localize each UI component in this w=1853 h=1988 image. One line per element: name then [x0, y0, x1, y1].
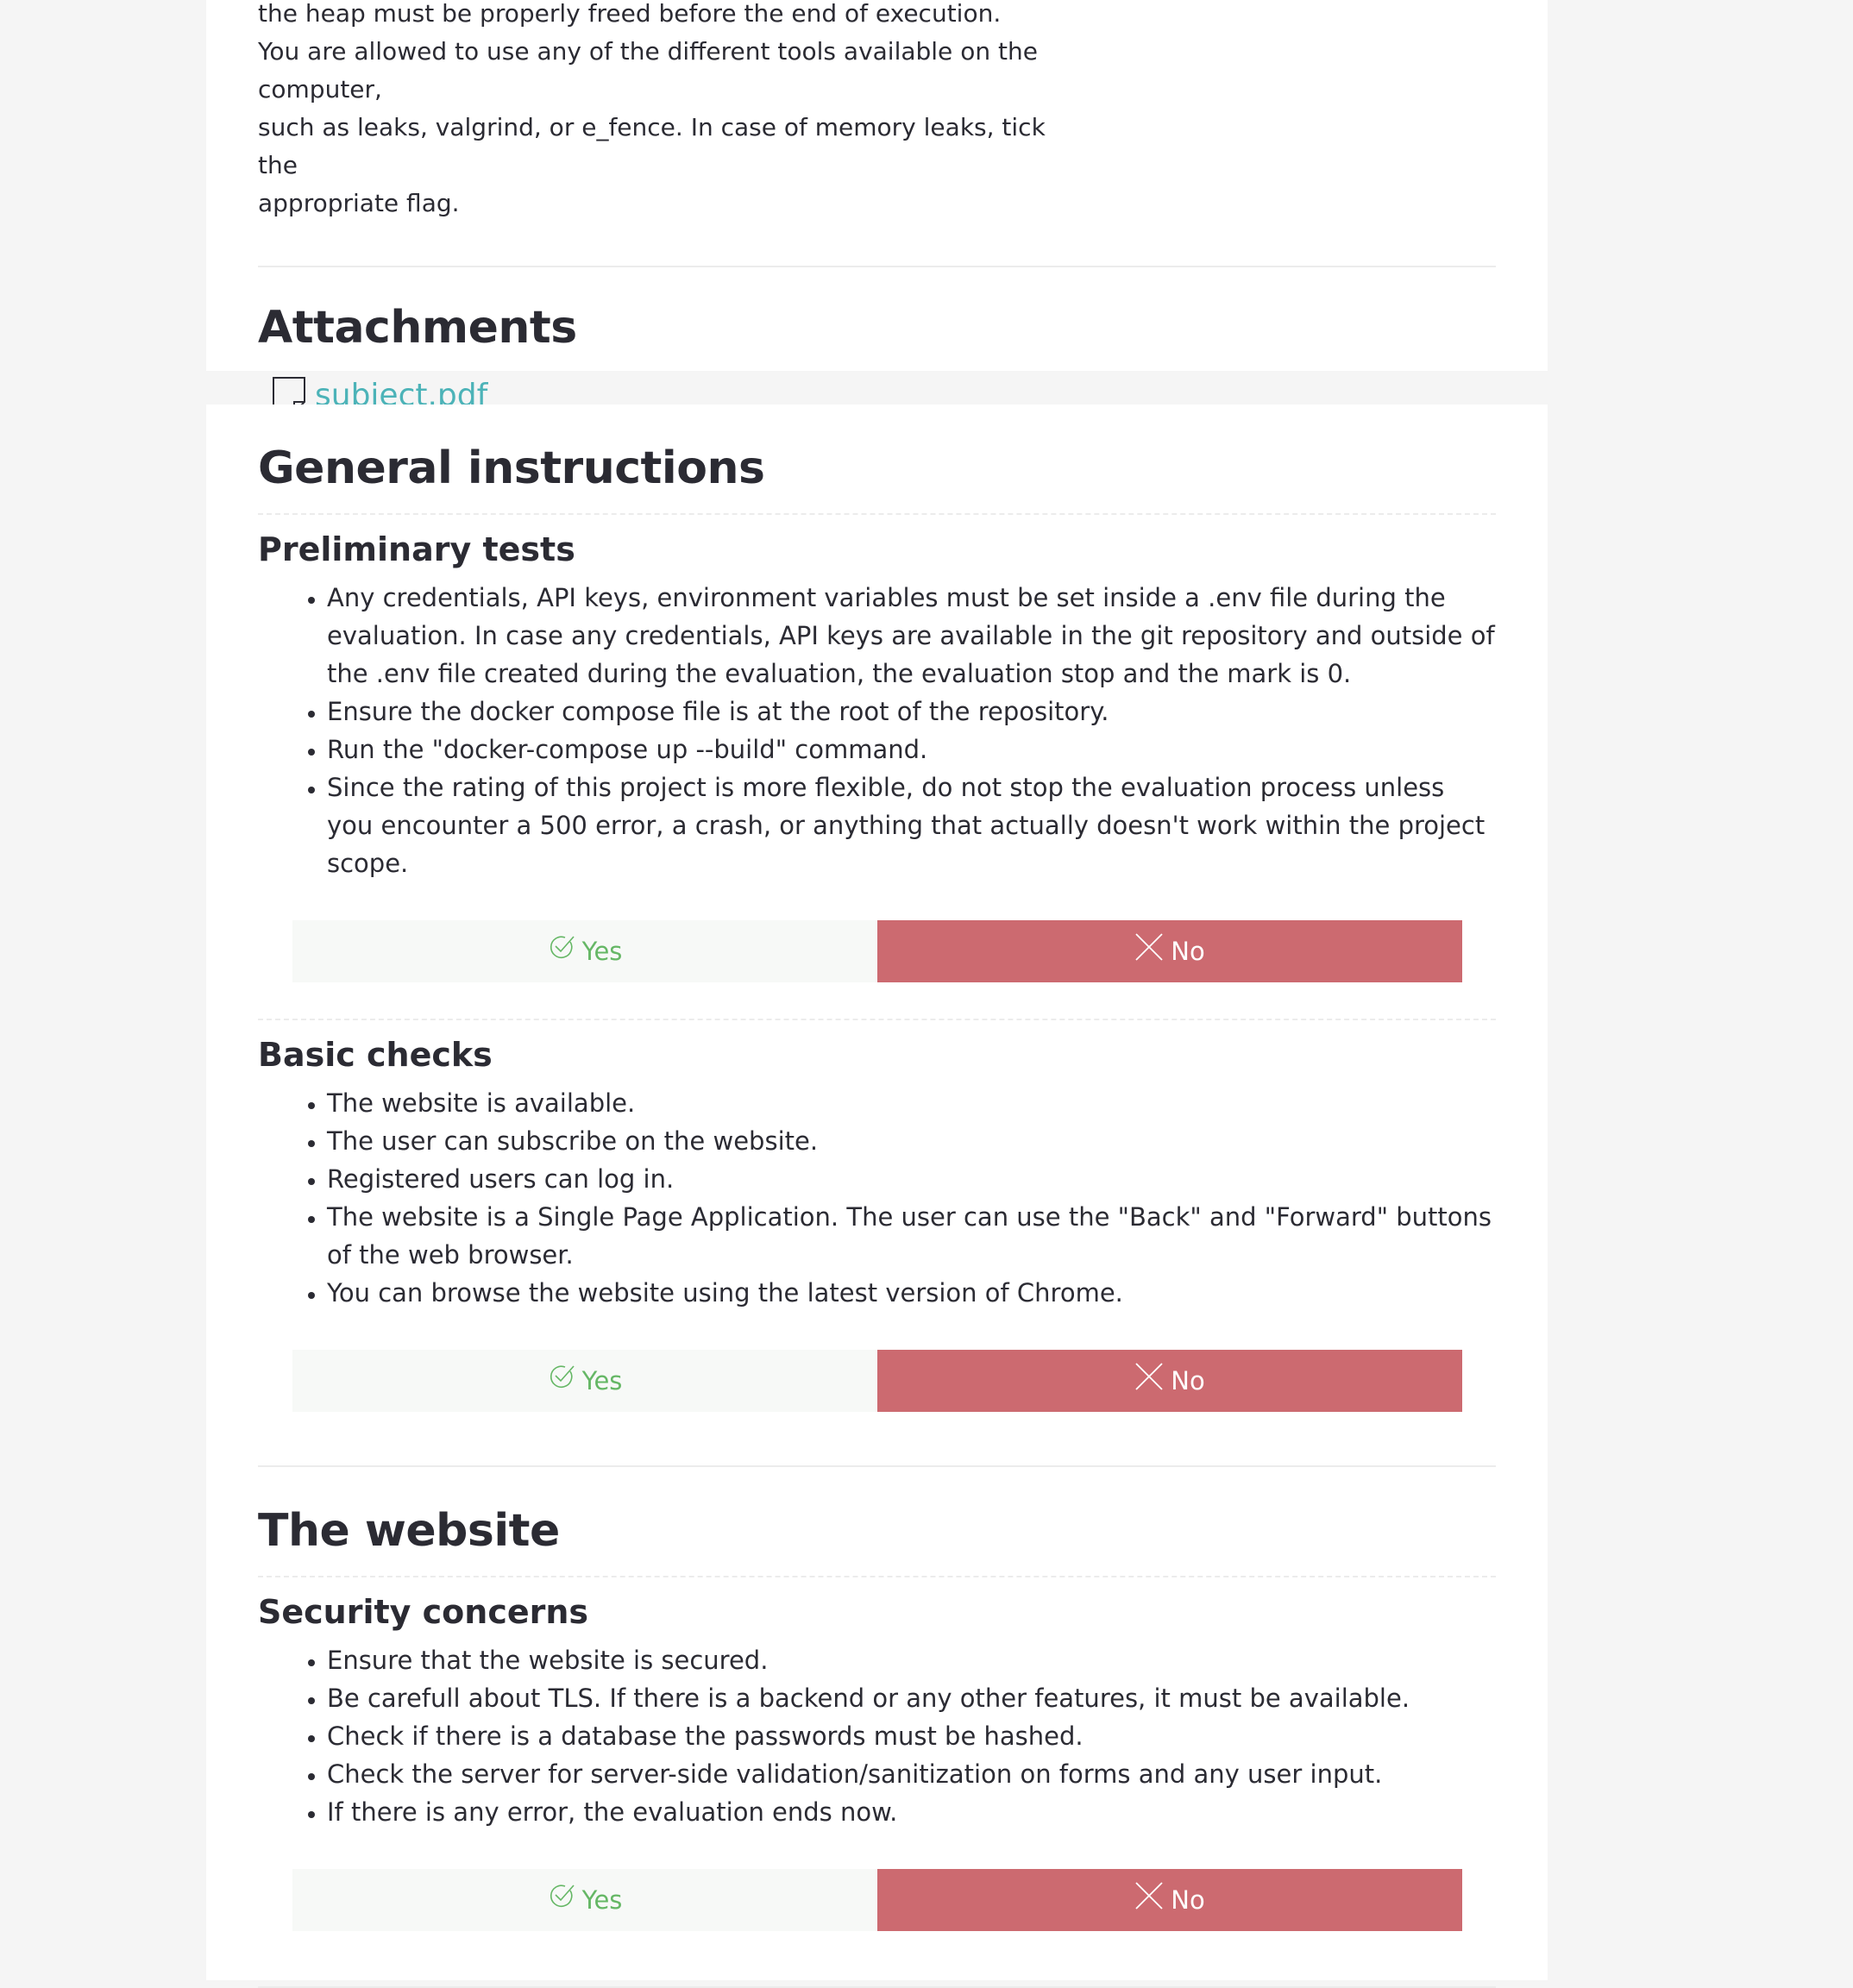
list-item: Run the "docker-compose up --build" comm…: [327, 731, 1496, 768]
description-line: You are allowed to use any of the differ…: [258, 37, 1038, 103]
no-label: No: [1171, 1885, 1205, 1915]
yes-label: Yes: [581, 937, 623, 966]
list-item: Registered users can log in.: [327, 1160, 1496, 1198]
list-item: Ensure that the website is secured.: [327, 1641, 1496, 1679]
basic-checks-heading: Basic checks: [258, 1036, 493, 1074]
description-line: the heap must be properly freed before t…: [258, 0, 1002, 28]
evaluation-panel: General instructions Preliminary tests A…: [206, 404, 1548, 1988]
divider: [258, 1576, 1496, 1577]
divider: [258, 1019, 1496, 1020]
list-item: The website is available.: [327, 1084, 1496, 1122]
list-item: You can browse the website using the lat…: [327, 1274, 1496, 1312]
description-panel: the heap must be properly freed before t…: [206, 0, 1548, 413]
yes-label: Yes: [581, 1885, 623, 1915]
cross-icon: [1135, 1882, 1163, 1910]
no-button[interactable]: No: [877, 1350, 1462, 1412]
check-icon: [550, 936, 575, 959]
preliminary-tests-list: Any credentials, API keys, environment v…: [258, 579, 1496, 882]
basic-checks-vote: Yes No: [292, 1350, 1462, 1412]
cross-icon: [1135, 933, 1163, 961]
description-line: such as leaks, valgrind, or e_fence. In …: [258, 113, 1046, 179]
divider: [258, 266, 1496, 267]
basic-checks-list: The website is available. The user can s…: [258, 1084, 1496, 1312]
divider: [258, 1465, 1496, 1467]
no-button[interactable]: No: [877, 920, 1462, 982]
list-item: Ensure the docker compose file is at the…: [327, 693, 1496, 731]
list-item: Any credentials, API keys, environment v…: [327, 579, 1496, 693]
preliminary-vote: Yes No: [292, 920, 1462, 982]
description-line: appropriate flag.: [258, 189, 460, 217]
list-item: Check the server for server-side validat…: [327, 1755, 1496, 1793]
no-button[interactable]: No: [877, 1869, 1462, 1931]
preliminary-tests-heading: Preliminary tests: [258, 530, 575, 568]
list-item: Since the rating of this project is more…: [327, 768, 1496, 882]
yes-button[interactable]: Yes: [292, 1350, 877, 1412]
yes-button[interactable]: Yes: [292, 920, 877, 982]
yes-label: Yes: [581, 1366, 623, 1395]
general-instructions-heading: General instructions: [258, 442, 765, 494]
description-text: the heap must be properly freed before t…: [258, 0, 1496, 223]
list-item: The website is a Single Page Application…: [327, 1198, 1496, 1274]
the-website-heading: The website: [258, 1505, 560, 1557]
list-item: The user can subscribe on the website.: [327, 1122, 1496, 1160]
yes-button[interactable]: Yes: [292, 1869, 877, 1931]
attachments-heading: Attachments: [258, 302, 577, 354]
list-item: Be carefull about TLS. If there is a bac…: [327, 1679, 1496, 1717]
list-item: Check if there is a database the passwor…: [327, 1717, 1496, 1755]
security-vote: Yes No: [292, 1869, 1462, 1931]
check-icon: [550, 1365, 575, 1389]
check-icon: [550, 1885, 575, 1908]
no-label: No: [1171, 1366, 1205, 1395]
cross-icon: [1135, 1363, 1163, 1390]
list-item: If there is any error, the evaluation en…: [327, 1793, 1496, 1831]
security-concerns-list: Ensure that the website is secured. Be c…: [258, 1641, 1496, 1831]
no-label: No: [1171, 937, 1205, 966]
security-concerns-heading: Security concerns: [258, 1593, 589, 1631]
divider: [258, 513, 1496, 515]
